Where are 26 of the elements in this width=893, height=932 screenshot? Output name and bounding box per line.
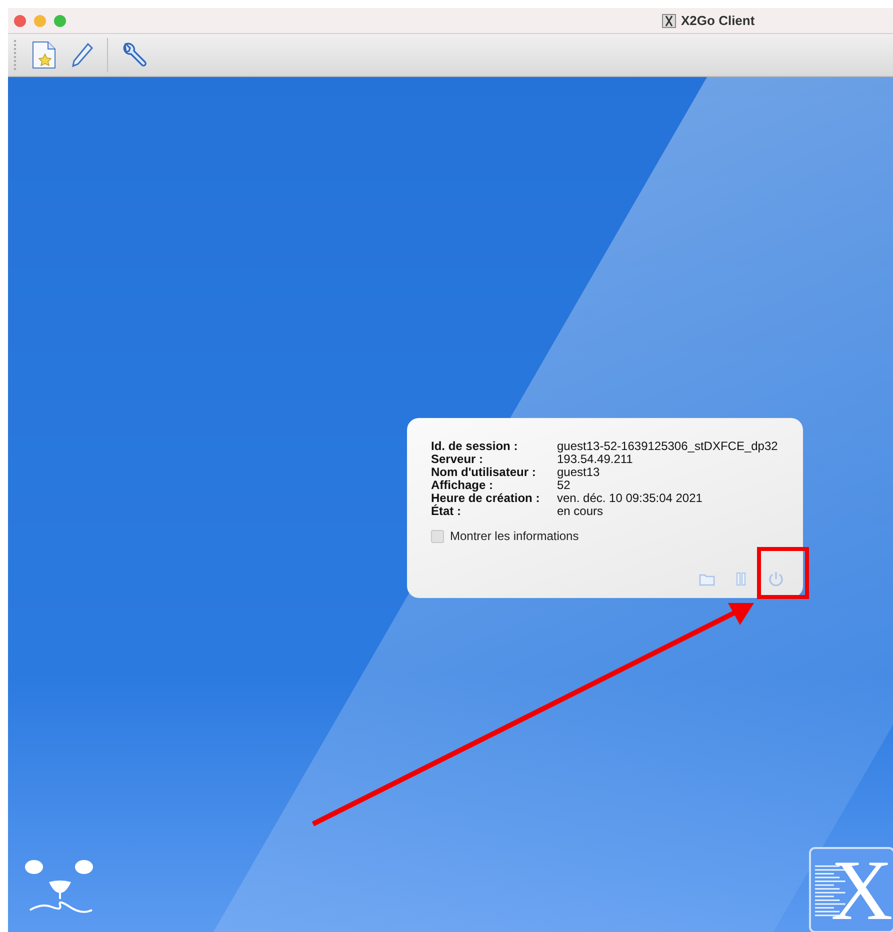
new-document-button[interactable]	[31, 41, 57, 69]
field-value: 52	[557, 479, 570, 492]
field-value: guest13	[557, 466, 601, 479]
x-logo: X	[809, 847, 893, 932]
field-label: Heure de création :	[431, 492, 541, 505]
field-value: 193.54.49.211	[557, 453, 633, 466]
field-label: Serveur :	[431, 453, 484, 466]
checkbox-label: Montrer les informations	[450, 529, 579, 543]
highlight-frame	[757, 547, 809, 599]
zoom-button[interactable]	[54, 14, 66, 26]
field-label: Id. de session :	[431, 440, 519, 453]
window-title: X2Go Client	[681, 13, 755, 28]
folder-icon	[699, 572, 715, 586]
field-value: guest13-52-1639125306_stDXFCE_dp32	[557, 440, 779, 453]
minimize-button[interactable]	[34, 14, 46, 26]
field-value: en cours	[557, 505, 604, 518]
pencil-button[interactable]	[69, 41, 95, 69]
field-label: Affichage :	[431, 479, 494, 492]
pause-icon	[735, 572, 747, 586]
field-label: État :	[431, 505, 462, 518]
field-label: Nom d'utilisateur :	[431, 466, 537, 479]
close-button[interactable]	[14, 14, 26, 26]
power-icon	[767, 570, 785, 588]
field-value: ven. déc. 10 09:35:04 2021	[557, 492, 704, 505]
app-icon	[662, 14, 676, 28]
checkbox[interactable]	[431, 530, 444, 542]
